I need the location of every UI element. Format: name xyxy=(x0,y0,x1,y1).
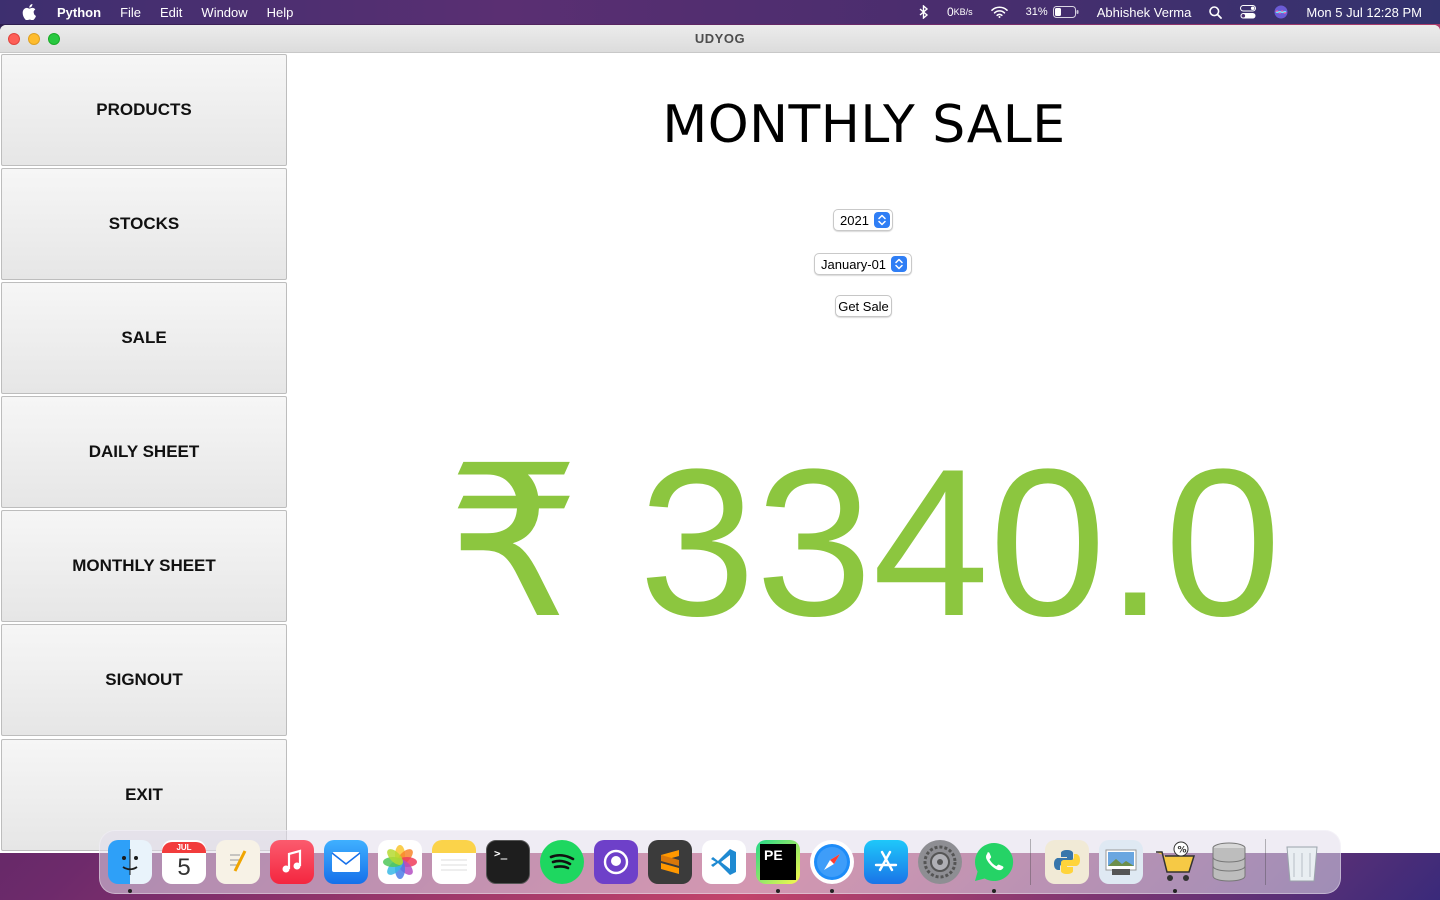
svg-text:%: % xyxy=(1178,846,1187,856)
window-controls xyxy=(8,33,60,45)
menu-file[interactable]: File xyxy=(120,5,141,20)
system-preferences-icon[interactable] xyxy=(918,840,962,884)
calendar-icon[interactable]: JUL 5 xyxy=(162,840,206,884)
control-center-icon[interactable] xyxy=(1240,5,1257,19)
sale-amount: ₹ 3340.0 xyxy=(446,425,1282,660)
pycharm-icon[interactable]: PE xyxy=(756,840,800,893)
menu-app-name[interactable]: Python xyxy=(57,5,101,20)
photos-icon[interactable] xyxy=(378,840,422,884)
page-title: MONTHLY SALE xyxy=(662,95,1066,155)
close-window-button[interactable] xyxy=(8,33,20,45)
get-sale-button[interactable]: Get Sale xyxy=(835,295,892,317)
apple-menu-icon[interactable] xyxy=(19,0,39,24)
terminal-icon[interactable]: >_ xyxy=(486,840,530,884)
menu-help[interactable]: Help xyxy=(267,5,294,20)
menu-bar: Python File Edit Window Help 0 KB/s 31% A… xyxy=(0,0,1440,24)
running-indicator xyxy=(992,889,996,893)
finder-icon[interactable] xyxy=(108,840,152,893)
title-bar[interactable]: UDYOG xyxy=(0,25,1440,53)
calendar-month: JUL xyxy=(162,841,206,853)
zoom-window-button[interactable] xyxy=(48,33,60,45)
python-launcher-icon[interactable] xyxy=(1045,840,1089,884)
month-select-value: January-01 xyxy=(821,256,887,272)
user-name[interactable]: Abhishek Verma xyxy=(1097,5,1192,20)
running-indicator xyxy=(1173,889,1177,893)
menu-clock[interactable]: Mon 5 Jul 12:28 PM xyxy=(1306,5,1422,20)
app-window: UDYOG PRODUCTS STOCKS SALE DAILY SHEET M… xyxy=(0,25,1440,853)
chevron-updown-icon xyxy=(873,212,890,228)
window-title: UDYOG xyxy=(694,31,746,46)
safari-icon[interactable] xyxy=(810,840,854,893)
products-button[interactable]: PRODUCTS xyxy=(1,54,287,166)
main-panel: MONTHLY SALE 2021 January-01 Get Sale ₹ … xyxy=(288,53,1440,853)
sidebar-nav: PRODUCTS STOCKS SALE DAILY SHEET MONTHLY… xyxy=(0,53,288,853)
stocks-button[interactable]: STOCKS xyxy=(1,168,287,280)
textedit-icon[interactable] xyxy=(216,840,260,884)
music-icon[interactable] xyxy=(270,840,314,884)
chevron-updown-icon xyxy=(891,256,908,272)
database-icon[interactable] xyxy=(1207,840,1251,884)
pycharm-label: PE xyxy=(760,844,796,880)
shopping-cart-icon[interactable]: % xyxy=(1153,840,1197,893)
app-store-icon[interactable] xyxy=(864,840,908,884)
menu-window[interactable]: Window xyxy=(201,5,247,20)
preview-icon[interactable] xyxy=(1099,840,1143,884)
menu-edit[interactable]: Edit xyxy=(160,5,182,20)
dock: JUL 5 >_ PE % xyxy=(99,830,1341,894)
network-speed: 0 KB/s xyxy=(947,5,973,19)
battery-icon xyxy=(1052,6,1079,18)
sublime-text-icon[interactable] xyxy=(648,840,692,884)
github-desktop-icon[interactable] xyxy=(594,840,638,884)
spotlight-search-icon[interactable] xyxy=(1209,5,1223,19)
trash-icon[interactable] xyxy=(1280,840,1324,884)
whatsapp-icon[interactable] xyxy=(972,840,1016,893)
battery-percent: 31% xyxy=(1025,6,1048,18)
running-indicator xyxy=(128,889,132,893)
dock-separator xyxy=(1265,839,1266,885)
notes-icon[interactable] xyxy=(432,840,476,884)
mail-icon[interactable] xyxy=(324,840,368,884)
year-select[interactable]: 2021 xyxy=(833,209,893,231)
year-select-value: 2021 xyxy=(840,212,869,228)
signout-button[interactable]: SIGNOUT xyxy=(1,624,287,736)
dock-separator xyxy=(1030,839,1031,885)
bluetooth-icon[interactable] xyxy=(919,5,929,19)
monthly-sheet-button[interactable]: MONTHLY SHEET xyxy=(1,510,287,622)
sale-button[interactable]: SALE xyxy=(1,282,287,394)
running-indicator xyxy=(776,889,780,893)
network-speed-unit: KB/s xyxy=(953,7,973,17)
running-indicator xyxy=(830,889,834,893)
siri-icon[interactable] xyxy=(1274,5,1288,19)
calendar-day: 5 xyxy=(177,853,191,881)
month-select[interactable]: January-01 xyxy=(814,253,912,275)
network-speed-value: 0 xyxy=(946,5,954,19)
daily-sheet-button[interactable]: DAILY SHEET xyxy=(1,396,287,508)
battery-status[interactable]: 31% xyxy=(1026,6,1079,18)
vscode-icon[interactable] xyxy=(702,840,746,884)
spotify-icon[interactable] xyxy=(540,840,584,884)
minimize-window-button[interactable] xyxy=(28,33,40,45)
wifi-icon[interactable] xyxy=(990,6,1008,18)
